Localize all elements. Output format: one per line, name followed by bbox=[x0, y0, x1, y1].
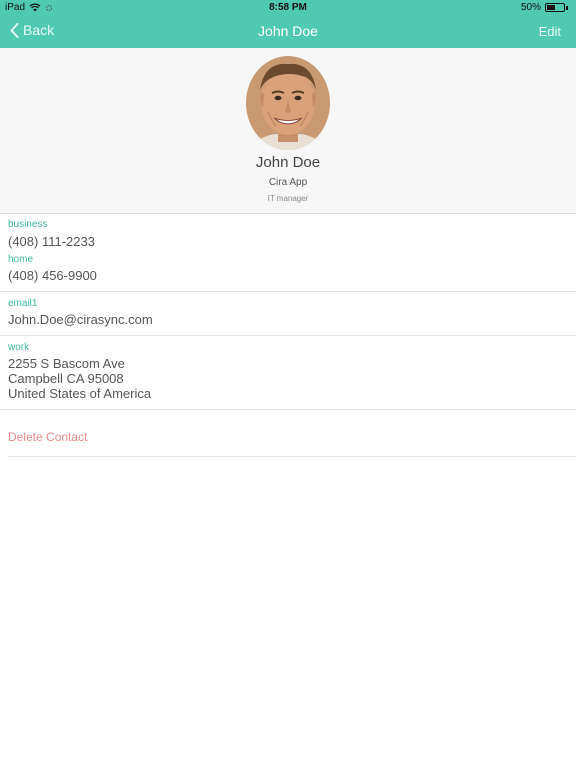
email-value[interactable]: John.Doe@cirasync.com bbox=[8, 312, 153, 327]
divider bbox=[0, 291, 576, 292]
battery-icon bbox=[545, 3, 565, 12]
delete-contact-button[interactable]: Delete Contact bbox=[8, 430, 87, 444]
battery-fill bbox=[547, 5, 555, 10]
phone-label-home: home bbox=[8, 254, 34, 265]
contact-name: John Doe bbox=[255, 154, 321, 171]
edit-button[interactable]: Edit bbox=[539, 24, 561, 39]
address-line1[interactable]: 2255 S Bascom Ave bbox=[8, 356, 125, 371]
divider bbox=[0, 409, 576, 410]
nav-title: John Doe bbox=[258, 23, 318, 39]
divider bbox=[0, 335, 576, 336]
phone-value-business[interactable]: (408) 111-2233 bbox=[8, 234, 95, 249]
navigation-bar: Back John Doe Edit bbox=[0, 16, 576, 48]
phone-label-business: business bbox=[8, 219, 48, 230]
divider bbox=[8, 456, 576, 457]
contact-company: Cira App bbox=[268, 177, 308, 188]
status-right: 50% bbox=[521, 2, 568, 13]
avatar-photo bbox=[246, 56, 330, 150]
status-bar: iPad 8:58 PM 50% bbox=[0, 0, 576, 16]
contact-job-title: IT manager bbox=[267, 194, 309, 203]
address-label: work bbox=[8, 342, 30, 353]
battery-percent: 50% bbox=[520, 2, 541, 13]
phone-value-home[interactable]: (408) 456-9900 bbox=[8, 268, 97, 283]
avatar bbox=[246, 56, 330, 150]
address-line3[interactable]: United States of America bbox=[8, 386, 151, 401]
battery-tip bbox=[566, 5, 568, 10]
address-line2[interactable]: Campbell CA 95008 bbox=[8, 371, 124, 386]
email-label: email1 bbox=[8, 298, 38, 309]
top-bar: iPad 8:58 PM 50% Back John Doe Edit bbox=[0, 0, 576, 48]
status-time: 8:58 PM bbox=[269, 2, 307, 13]
profile-header: John Doe Cira App IT manager bbox=[0, 48, 576, 214]
